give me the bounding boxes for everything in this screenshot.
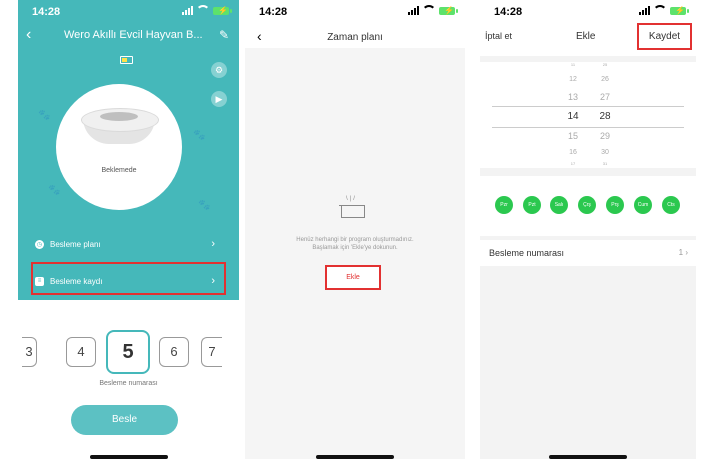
portion-option[interactable]: 7 xyxy=(201,337,222,367)
chevron-right-icon: › xyxy=(685,248,688,257)
device-home-screen: 14:28 ⚡ ‹ Wero Akıllı Evcil Hayvan B... … xyxy=(18,0,239,459)
time-picker[interactable]: 11 12 13 14 15 16 17 25 26 27 28 29 30 3… xyxy=(480,62,696,168)
status-bar: 14:28 ⚡ xyxy=(480,0,696,22)
home-indicator xyxy=(549,455,627,459)
add-schedule-screen: 14:28 ⚡ İptal et Ekle Kaydet 11 12 13 14… xyxy=(480,0,696,459)
day-toggle[interactable]: Prş xyxy=(606,196,624,214)
minute-option[interactable]: 30 xyxy=(590,149,620,156)
minute-option[interactable]: 27 xyxy=(590,92,620,102)
hour-option[interactable]: 17 xyxy=(558,161,588,166)
nav-bar: ‹ Wero Akıllı Evcil Hayvan B... ✎ xyxy=(18,26,239,46)
paw-icon: 🐾 xyxy=(198,200,211,211)
home-indicator xyxy=(89,455,168,459)
portion-caption: Besleme numarası xyxy=(99,380,158,387)
device-state-label: Beklemede xyxy=(101,167,137,174)
schedule-header: 14:28 ⚡ ‹ Zaman planı xyxy=(245,0,465,48)
portion-selector: 3 4 5 6 7 xyxy=(18,330,239,374)
highlight-box xyxy=(31,262,226,295)
day-toggle[interactable]: Pzr xyxy=(495,196,513,214)
empty-message-line: Henüz herhangi bir program oluşturmadını… xyxy=(296,237,414,243)
picker-selection-band xyxy=(492,106,684,128)
weekday-selector: Pzr Pzt Salı Çrş Prş Cum Cts xyxy=(480,176,696,236)
back-icon[interactable]: ‹ xyxy=(26,26,31,44)
settings-icon[interactable]: ⚙ xyxy=(211,62,227,78)
bowl-inner xyxy=(100,112,138,121)
feed-button[interactable]: Besle xyxy=(71,405,178,435)
device-title: Wero Akıllı Evcil Hayvan B... xyxy=(64,29,203,41)
portion-option[interactable]: 3 xyxy=(22,337,37,367)
feeding-count-value: 1 › xyxy=(679,248,688,257)
battery-icon: ⚡ xyxy=(670,6,689,15)
minute-option[interactable]: 31 xyxy=(590,161,620,166)
status-time: 14:28 xyxy=(32,6,61,18)
wifi-icon xyxy=(653,5,667,16)
feeding-count-row[interactable]: Besleme numarası 1 › xyxy=(480,240,696,266)
page-title: Ekle xyxy=(576,31,596,42)
clock-icon: ◷ xyxy=(35,239,44,249)
status-time: 14:28 xyxy=(259,6,288,18)
status-time: 14:28 xyxy=(494,6,523,18)
day-toggle[interactable]: Çrş xyxy=(578,196,596,214)
hour-option[interactable]: 12 xyxy=(558,76,588,83)
day-toggle[interactable]: Salı xyxy=(550,196,568,214)
day-toggle[interactable]: Cum xyxy=(634,196,652,214)
page-title: Zaman planı xyxy=(327,32,383,43)
signal-icon xyxy=(182,6,193,15)
battery-icon: ⚡ xyxy=(439,6,458,15)
signal-icon xyxy=(639,6,650,15)
feeding-count-label: Besleme numarası xyxy=(489,248,565,258)
add-button[interactable]: Ekle xyxy=(325,265,381,290)
save-button[interactable]: Kaydet xyxy=(637,23,692,50)
hour-option-selected[interactable]: 14 xyxy=(558,111,588,122)
feeding-plan-row[interactable]: ◷ Besleme planı › xyxy=(18,233,239,255)
paw-icon: 🐾 xyxy=(193,130,206,141)
hour-option[interactable]: 13 xyxy=(558,92,588,102)
device-battery-icon xyxy=(120,56,133,64)
edit-icon[interactable]: ✎ xyxy=(219,28,229,42)
portion-option[interactable]: 4 xyxy=(66,337,96,367)
minute-option-selected[interactable]: 28 xyxy=(590,111,620,122)
schedule-screen: 14:28 ⚡ ‹ Zaman planı \|/ Henüz herhangi… xyxy=(245,0,465,459)
device-status-circle: Beklemede xyxy=(56,84,182,210)
wifi-icon xyxy=(422,5,436,16)
status-bar: 14:28 ⚡ xyxy=(245,0,465,22)
empty-message-line: Başlamak için 'Ekle'ye dokunun. xyxy=(312,245,398,251)
hour-option[interactable]: 16 xyxy=(558,149,588,156)
feeding-count-number: 1 xyxy=(678,248,684,257)
minute-option[interactable]: 26 xyxy=(590,76,620,83)
wifi-icon xyxy=(196,5,210,16)
paw-icon: 🐾 xyxy=(48,185,61,196)
minute-option[interactable]: 25 xyxy=(590,62,620,67)
empty-message: Henüz herhangi bir program oluşturmadını… xyxy=(245,236,465,252)
hour-option[interactable]: 15 xyxy=(558,131,588,141)
empty-box-icon: \|/ xyxy=(339,196,365,220)
paw-icon: 🐾 xyxy=(38,110,51,121)
feeding-plan-label: Besleme planı xyxy=(50,239,101,249)
minute-option[interactable]: 29 xyxy=(590,131,620,141)
camera-icon[interactable]: ▶ xyxy=(211,91,227,107)
hour-option[interactable]: 11 xyxy=(558,62,588,67)
status-icons: ⚡ xyxy=(408,5,458,16)
cancel-button[interactable]: İptal et xyxy=(485,31,512,41)
status-icons: ⚡ xyxy=(639,5,689,16)
portion-option-selected[interactable]: 5 xyxy=(106,330,150,374)
day-toggle[interactable]: Cts xyxy=(662,196,680,214)
battery-icon: ⚡ xyxy=(213,6,232,15)
portion-option[interactable]: 6 xyxy=(159,337,189,367)
day-toggle[interactable]: Pzt xyxy=(523,196,541,214)
device-header-area: 14:28 ⚡ ‹ Wero Akıllı Evcil Hayvan B... … xyxy=(18,0,239,300)
chevron-right-icon: › xyxy=(211,238,215,250)
signal-icon xyxy=(408,6,419,15)
status-icons: ⚡ xyxy=(182,5,232,16)
add-schedule-header: 14:28 ⚡ İptal et Ekle Kaydet xyxy=(480,0,696,56)
status-bar: 14:28 ⚡ xyxy=(18,0,239,22)
home-indicator xyxy=(316,455,394,459)
